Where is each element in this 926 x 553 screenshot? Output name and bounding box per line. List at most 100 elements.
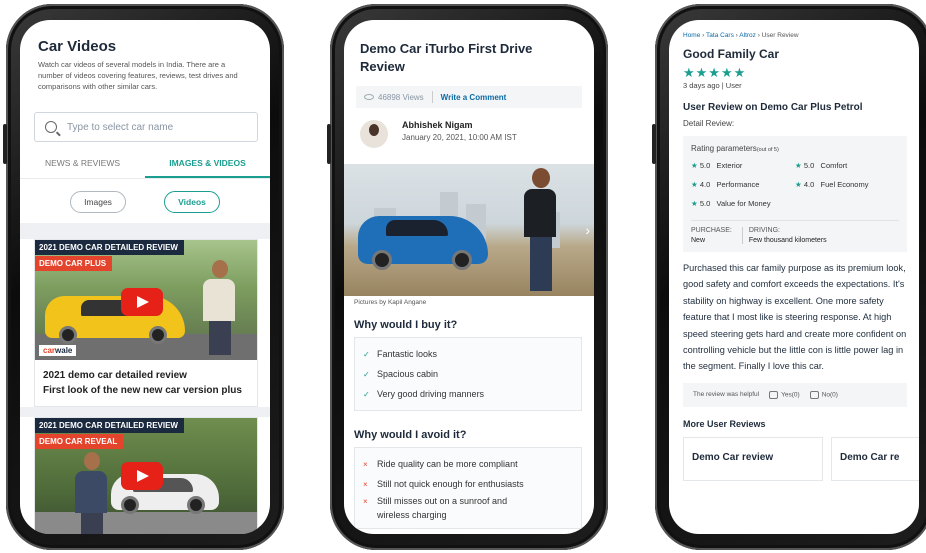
rating-item: ★ 4.0 Fuel Economy	[795, 180, 869, 189]
list-item: × Still not quick enough for enthusiasts	[363, 479, 524, 489]
cross-icon: ×	[363, 496, 368, 506]
car-image	[358, 216, 488, 270]
check-icon: ✓	[363, 389, 370, 399]
purchase-driving: PURCHASE: New DRIVING: Few thousand kilome…	[691, 227, 899, 244]
cross-icon: ×	[363, 459, 368, 469]
video-title[interactable]: 2021 demo car detailed review	[35, 360, 257, 381]
breadcrumb-altroz[interactable]: Altroz	[739, 32, 756, 39]
image-caption: Pictures by Kapil Angane	[354, 299, 427, 306]
driving-value: Few thousand kilometers	[748, 237, 827, 244]
divider	[431, 91, 433, 103]
car-image	[45, 296, 185, 344]
review-text: Purchased this car family purpose as its…	[683, 263, 907, 372]
write-comment-link[interactable]: Write a Comment	[441, 93, 507, 102]
thumbs-up-icon	[769, 390, 779, 399]
presenter-image	[203, 260, 237, 356]
purchase-label: PURCHASE:	[691, 227, 732, 234]
car-search-input[interactable]: Type to select car name	[34, 112, 258, 142]
thumbs-down-icon	[809, 390, 819, 399]
play-icon[interactable]	[121, 462, 163, 490]
divider	[20, 223, 270, 239]
tab-images-videos[interactable]: IMAGES & VIDEOS	[145, 158, 270, 178]
video-thumbnail[interactable]: 2021 DEMO CAR DETAILED REVIEW DEMO CAR R…	[35, 418, 257, 534]
buy-heading: Why would I buy it?	[354, 319, 458, 331]
more-reviews-carousel: Demo Car review Demo Car re	[669, 429, 919, 481]
helpful-yes-button[interactable]: Yes(0)	[769, 390, 800, 399]
review-meta: 3 days ago | User	[683, 81, 742, 90]
media-filter: Images Videos	[20, 178, 270, 223]
filter-images-button[interactable]: Images	[70, 191, 126, 213]
phone-frame-videos: Car Videos Watch car videos of several m…	[3, 4, 284, 550]
search-placeholder: Type to select car name	[67, 121, 174, 133]
avatar	[360, 120, 388, 148]
page-description: Watch car videos of several models in In…	[38, 60, 238, 91]
tab-bar: NEWS & REVIEWS IMAGES & VIDEOS	[20, 158, 270, 178]
cross-icon: ×	[363, 479, 368, 489]
rating-item: ★ 5.0 Value for Money	[691, 199, 771, 208]
avoid-heading: Why would I avoid it?	[354, 429, 467, 441]
video-tag: 2021 DEMO CAR DETAILED REVIEW	[35, 418, 184, 433]
view-count: 46898 Views	[378, 92, 424, 102]
list-item: ✓ Very good driving manners	[363, 389, 485, 399]
video-tag: 2021 DEMO CAR DETAILED REVIEW	[35, 240, 184, 255]
helpful-no-button[interactable]: No(0)	[809, 390, 838, 399]
helpful-prompt: The review was helpful	[693, 391, 760, 399]
article-stats: 46898 Views Write a Comment	[356, 86, 582, 108]
breadcrumb: Home › Tata Cars › Altroz › User Review	[683, 32, 799, 39]
buy-list: ✓ Fantastic looks ✓ Spacious cabin ✓ Very g…	[354, 337, 582, 411]
eye-icon	[364, 94, 374, 100]
phone-screen: Demo Car iTurbo First Drive Review 46898…	[344, 20, 594, 534]
chevron-right-icon[interactable]: ›	[585, 222, 590, 238]
divider	[20, 407, 270, 417]
video-badge: DEMO CAR PLUS	[35, 256, 113, 271]
video-card[interactable]: 2021 DEMO CAR DETAILED REVIEW DEMO CAR R…	[34, 417, 258, 534]
divider	[691, 220, 899, 221]
review-title: Good Family Car	[683, 47, 780, 61]
road-graphic	[35, 512, 257, 534]
article-title: Demo Car iTurbo First Drive Review	[360, 41, 533, 74]
carwale-logo: carwale	[39, 345, 77, 356]
star-rating: ★★★★★	[683, 65, 747, 80]
check-icon: ✓	[363, 369, 370, 379]
rating-label: Rating parameters(out of 5)	[691, 144, 779, 153]
star-icon: ★	[795, 180, 802, 189]
video-subtitle: First look of the new new car version pl…	[43, 385, 242, 396]
list-item: × Ride quality can be more compliant	[363, 459, 518, 469]
hero-image[interactable]: ›	[344, 164, 594, 296]
phone-screen: Home › Tata Cars › Altroz › User Review …	[669, 20, 919, 534]
rating-grid: ★ 5.0 Exterior ★ 5.0 Comfort ★ 4.0 Perfo…	[691, 161, 899, 208]
helpful-bar: The review was helpful Yes(0) No(0)	[683, 382, 907, 407]
review-card[interactable]: Demo Car review	[683, 436, 823, 481]
rating-item: ★ 5.0 Exterior	[691, 161, 743, 170]
breadcrumb-tata-cars[interactable]: Tata Cars	[706, 32, 734, 39]
purchase-value: New	[691, 237, 706, 244]
page-title: Car Videos	[38, 38, 117, 55]
star-icon: ★	[795, 161, 802, 170]
avoid-list: × Ride quality can be more compliant × Sti…	[354, 447, 582, 529]
video-badge: DEMO CAR REVEAL	[35, 434, 124, 449]
list-item: wireless charging	[377, 510, 447, 520]
rating-item: ★ 5.0 Comfort	[795, 161, 848, 170]
tab-news-reviews[interactable]: NEWS & REVIEWS	[20, 158, 145, 178]
star-icon: ★	[691, 199, 698, 208]
author-name[interactable]: Abhishek Nigam	[402, 120, 517, 130]
rating-item: ★ 4.0 Performance	[691, 180, 760, 189]
video-card[interactable]: 2021 DEMO CAR DETAILED REVIEW DEMO CAR P…	[34, 239, 258, 407]
list-item: ✓ Spacious cabin	[363, 369, 439, 379]
star-icon: ★	[691, 180, 698, 189]
video-thumbnail[interactable]: 2021 DEMO CAR DETAILED REVIEW DEMO CAR P…	[35, 240, 257, 360]
filter-videos-button[interactable]: Videos	[164, 191, 220, 213]
driving-label: DRIVING:	[748, 227, 780, 234]
list-item: ✓ Fantastic looks	[363, 349, 438, 359]
play-icon[interactable]	[121, 288, 163, 316]
breadcrumb-current: User Review	[761, 32, 799, 39]
presenter-image	[524, 168, 558, 292]
breadcrumb-home[interactable]: Home	[683, 32, 700, 39]
publish-date: January 20, 2021, 10:00 AM IST	[402, 133, 517, 142]
more-reviews-heading: More User Reviews	[683, 418, 766, 429]
check-icon: ✓	[363, 349, 370, 359]
star-icon: ★	[691, 161, 698, 170]
search-icon	[45, 121, 57, 133]
review-card[interactable]: Demo Car re	[831, 436, 919, 481]
presenter-image	[75, 452, 109, 534]
